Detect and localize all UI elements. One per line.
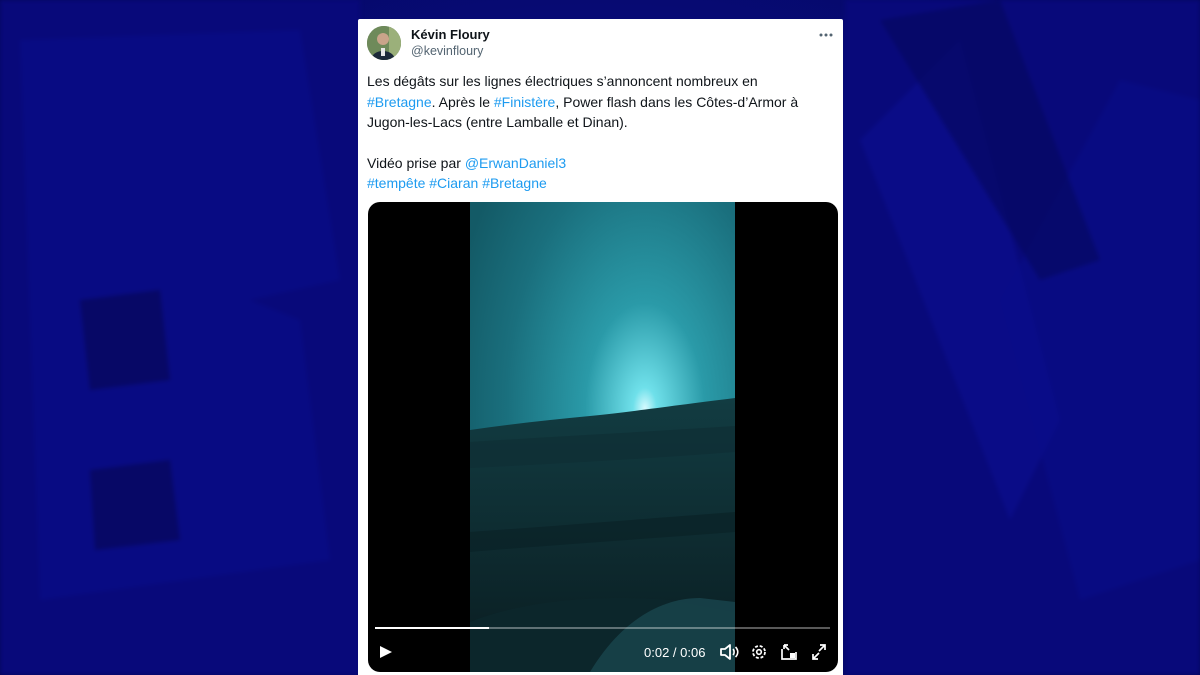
video-duration: 0:06 [680, 645, 706, 660]
tweet-text-segment: . Après le [431, 93, 494, 110]
video-progress-bar[interactable] [375, 627, 830, 629]
tweet-credit-line: Vidéo prise par @ErwanDaniel3 [367, 153, 817, 174]
more-options-button[interactable] [815, 23, 837, 45]
tweet-text-segment: Jugon-les-Lacs (entre Lamballe et Dinan)… [367, 114, 628, 130]
tweet-card: Kévin Floury @kevinfloury Les dégâts sur… [358, 19, 843, 675]
tweet-text-segment: Les dégâts sur les lignes électriques s’… [367, 73, 758, 89]
video-frame[interactable] [470, 202, 735, 672]
video-player[interactable]: 0:02 / 0:06 [368, 202, 838, 672]
mention-erwandaniel3-link[interactable]: @ErwanDaniel3 [465, 155, 566, 171]
fullscreen-button[interactable] [808, 640, 830, 664]
video-current-time: 0:02 [644, 645, 670, 660]
more-dots-icon [819, 33, 833, 37]
settings-gear-icon [752, 645, 766, 659]
tweet-line-3: Jugon-les-Lacs (entre Lamballe et Dinan)… [367, 112, 817, 133]
tweet-text-segment: Vidéo prise par [367, 154, 465, 171]
video-controls: 0:02 / 0:06 [368, 640, 838, 666]
hashtag-tempete-link[interactable]: #tempête [367, 175, 425, 191]
fullscreen-icon [812, 644, 826, 660]
play-icon [380, 646, 392, 658]
tweet-line-2: #Bretagne. Après le #Finistère, Power fl… [367, 92, 817, 113]
picture-in-picture-icon [781, 644, 797, 660]
video-thumbnail-power-flash [470, 202, 735, 672]
author-handle[interactable]: @kevinfloury [411, 44, 483, 58]
tweet-text: Les dégâts sur les lignes électriques s’… [367, 71, 817, 194]
tweet-line-1: Les dégâts sur les lignes électriques s’… [367, 71, 817, 92]
volume-icon [720, 644, 739, 660]
video-time-separator: / [669, 645, 681, 660]
settings-button[interactable] [748, 640, 770, 664]
hashtag-ciaran-link[interactable]: #Ciaran [429, 175, 478, 191]
play-button[interactable] [375, 640, 397, 664]
volume-button[interactable] [718, 640, 740, 664]
hashtag-bretagne-link[interactable]: #Bretagne [367, 94, 432, 110]
tweet-hashtags-line: #tempête #Ciaran #Bretagne [367, 173, 817, 194]
avatar-image [367, 26, 401, 60]
author-name[interactable]: Kévin Floury [411, 27, 490, 42]
avatar[interactable] [367, 26, 401, 60]
tweet-text-segment: , Power flash dans les Côtes-d’Armor à [555, 93, 799, 110]
picture-in-picture-button[interactable] [778, 640, 800, 664]
video-progress-fill [375, 627, 489, 629]
video-time: 0:02 / 0:06 [644, 645, 705, 660]
hashtag-finistere-link[interactable]: #Finistère [494, 94, 555, 110]
hashtag-bretagne-2-link[interactable]: #Bretagne [482, 175, 547, 191]
